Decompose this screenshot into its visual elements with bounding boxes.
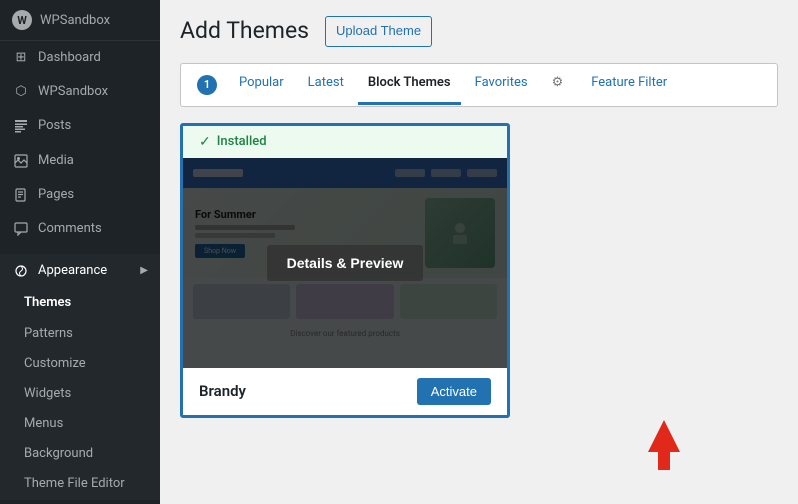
pages-icon [12, 186, 30, 204]
sidebar-item-label: WPSandbox [38, 83, 108, 101]
tab-feature-filter[interactable]: Feature Filter [581, 64, 677, 105]
themes-grid: ✓ Installed [180, 123, 778, 418]
details-preview-button[interactable]: Details & Preview [267, 245, 424, 281]
sidebar-item-theme-file-editor[interactable]: Theme File Editor [0, 469, 160, 499]
appearance-submenu: Themes Patterns Customize Widgets Menus … [0, 288, 160, 499]
sidebar-item-background[interactable]: Background [0, 439, 160, 469]
background-label: Background [24, 445, 93, 463]
tab-badge: 1 [197, 75, 217, 95]
arrow-up-indicator [648, 420, 680, 470]
arrow-head [648, 420, 680, 452]
menus-label: Menus [24, 415, 63, 433]
theme-footer: Brandy Activate [183, 368, 507, 415]
sidebar-item-comments[interactable]: Comments [0, 212, 160, 246]
arrow-tail [658, 452, 670, 470]
wpsandbox-icon: ⬡ [12, 83, 30, 101]
page-title: Add Themes [180, 16, 309, 46]
patterns-label: Patterns [24, 325, 73, 343]
installed-label: Installed [217, 134, 267, 149]
tab-favorites[interactable]: Favorites [465, 64, 538, 105]
chevron-icon: ▶ [140, 264, 148, 278]
theme-preview: For Summer Shop Now [183, 158, 507, 368]
sidebar-item-label: Comments [38, 220, 102, 238]
main-content: Add Themes Upload Theme 1 Popular Latest… [160, 0, 798, 504]
upload-theme-button[interactable]: Upload Theme [325, 16, 432, 47]
sidebar-item-appearance[interactable]: Appearance ▶ [0, 254, 160, 288]
tab-latest[interactable]: Latest [298, 64, 354, 105]
tab-popular[interactable]: Popular [229, 64, 294, 105]
theme-file-editor-label: Theme File Editor [24, 475, 125, 493]
sidebar-logo: W WPSandbox [0, 0, 160, 41]
activate-button[interactable]: Activate [417, 378, 491, 405]
posts-icon [12, 117, 30, 135]
appearance-icon [12, 262, 30, 280]
sidebar-item-widgets[interactable]: Widgets [0, 379, 160, 409]
sidebar-item-themes[interactable]: Themes [0, 288, 160, 318]
sidebar-item-label: Posts [38, 117, 71, 135]
theme-card-brandy: ✓ Installed [180, 123, 510, 418]
sidebar-item-pages[interactable]: Pages [0, 178, 160, 212]
sidebar-item-label: Media [38, 152, 74, 170]
arrow-container [180, 418, 778, 473]
sidebar-item-posts[interactable]: Posts [0, 109, 160, 143]
themes-label: Themes [24, 294, 71, 312]
gear-icon: ⚙ [542, 64, 574, 105]
theme-name: Brandy [199, 382, 246, 400]
dashboard-icon: ⊞ [12, 49, 30, 67]
sidebar-item-label: Pages [38, 186, 74, 204]
site-name-label: WPSandbox [40, 13, 110, 28]
widgets-label: Widgets [24, 385, 71, 403]
customize-label: Customize [24, 355, 86, 373]
media-icon [12, 152, 30, 170]
sidebar-item-media[interactable]: Media [0, 144, 160, 178]
page-header: Add Themes Upload Theme [180, 16, 778, 47]
sidebar-item-wpsandbox[interactable]: ⬡ WPSandbox [0, 75, 160, 109]
theme-overlay: Details & Preview [183, 158, 507, 368]
sidebar-item-menus[interactable]: Menus [0, 409, 160, 439]
sidebar-item-label: Appearance [38, 262, 107, 280]
sidebar-item-customize[interactable]: Customize [0, 349, 160, 379]
checkmark-icon: ✓ [199, 134, 211, 150]
sidebar-item-label: Dashboard [38, 49, 101, 67]
comments-icon [12, 220, 30, 238]
sidebar: W WPSandbox ⊞ Dashboard ⬡ WPSandbox Post… [0, 0, 160, 504]
sidebar-item-dashboard[interactable]: ⊞ Dashboard [0, 41, 160, 75]
tab-block-themes[interactable]: Block Themes [358, 64, 461, 105]
sidebar-item-patterns[interactable]: Patterns [0, 319, 160, 349]
tabs-bar: 1 Popular Latest Block Themes Favorites … [180, 63, 778, 107]
installed-bar: ✓ Installed [183, 126, 507, 158]
wordpress-icon: W [12, 10, 32, 30]
